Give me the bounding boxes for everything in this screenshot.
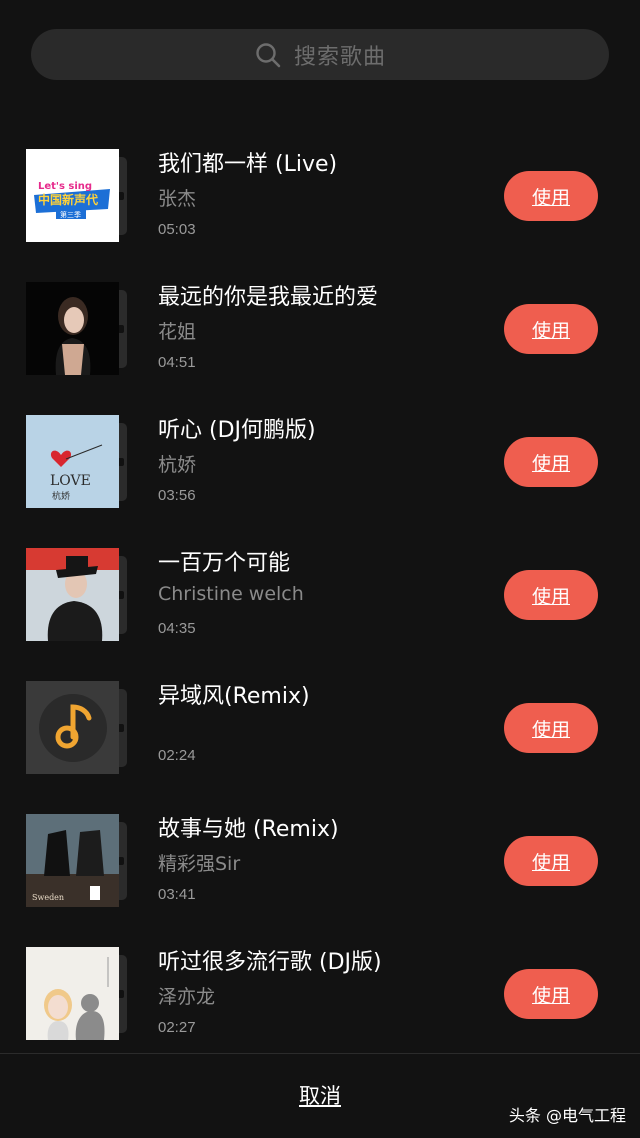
song-duration: 04:35 <box>158 620 196 637</box>
watermark: 头条 @电气工程 <box>508 1106 626 1125</box>
song-title: 听过很多流行歌 (DJ版) <box>158 950 382 975</box>
search-input[interactable]: 搜索歌曲 <box>294 39 386 71</box>
song-title: 我们都一样 (Live) <box>158 152 338 177</box>
search-icon <box>254 41 282 69</box>
svg-text:第三季: 第三季 <box>60 210 81 219</box>
bottom-divider <box>0 1053 640 1054</box>
svg-text:LOVE: LOVE <box>50 473 91 489</box>
song-artist: Christine welch <box>158 583 304 605</box>
search-bar[interactable]: 搜索歌曲 <box>31 29 609 80</box>
song-duration: 02:24 <box>158 747 196 764</box>
use-button[interactable]: 使用 <box>504 836 598 886</box>
song-duration: 02:27 <box>158 1019 196 1036</box>
album-cover <box>26 548 119 641</box>
svg-text:Let's sing: Let's sing <box>38 181 92 192</box>
song-artist: 精彩强Sir <box>158 853 241 875</box>
use-button[interactable]: 使用 <box>504 304 598 354</box>
use-button[interactable]: 使用 <box>504 171 598 221</box>
song-title: 异域风(Remix) <box>158 684 310 709</box>
song-title: 故事与她 (Remix) <box>158 817 339 842</box>
song-artist: 张杰 <box>158 188 197 210</box>
cancel-button[interactable]: 取消 <box>270 1073 370 1117</box>
svg-text:杭娇: 杭娇 <box>52 490 70 502</box>
song-title: 听心 (DJ何鹏版) <box>158 418 316 443</box>
song-row[interactable]: Sweden 故事与她 (Remix) 精彩强Sir 03:41 使用 <box>0 814 640 947</box>
svg-text:中国新声代: 中国新声代 <box>38 192 98 207</box>
song-row[interactable]: 听过很多流行歌 (DJ版) 泽亦龙 02:27 使用 <box>0 947 640 1080</box>
song-duration: 05:03 <box>158 221 196 238</box>
album-cover: LOVE 杭娇 <box>26 415 119 508</box>
song-artist: 泽亦龙 <box>158 986 216 1008</box>
song-row[interactable]: LOVE 杭娇 听心 (DJ何鹏版) 杭娇 03:56 使用 <box>0 415 640 548</box>
album-cover: Sweden <box>26 814 119 907</box>
svg-text:Sweden: Sweden <box>32 893 64 902</box>
song-duration: 03:56 <box>158 487 196 504</box>
song-row[interactable]: Let's sing 中国新声代 第三季 我们都一样 (Live) 张杰 05:… <box>0 149 640 282</box>
use-button[interactable]: 使用 <box>504 703 598 753</box>
song-row[interactable]: 最远的你是我最近的爱 花姐 04:51 使用 <box>0 282 640 415</box>
song-artist: 花姐 <box>158 321 197 343</box>
song-row[interactable]: 一百万个可能 Christine welch 04:35 使用 <box>0 548 640 681</box>
album-cover <box>26 947 119 1040</box>
album-cover <box>26 681 119 774</box>
song-title: 最远的你是我最近的爱 <box>158 285 379 310</box>
use-button[interactable]: 使用 <box>504 969 598 1019</box>
song-duration: 03:41 <box>158 886 196 903</box>
song-duration: 04:51 <box>158 354 196 371</box>
song-row[interactable]: 异域风(Remix) 02:24 使用 <box>0 681 640 814</box>
song-artist: 杭娇 <box>158 454 197 476</box>
use-button[interactable]: 使用 <box>504 570 598 620</box>
song-title: 一百万个可能 <box>158 551 291 576</box>
album-cover: Let's sing 中国新声代 第三季 <box>26 149 119 242</box>
use-button[interactable]: 使用 <box>504 437 598 487</box>
album-cover <box>26 282 119 375</box>
